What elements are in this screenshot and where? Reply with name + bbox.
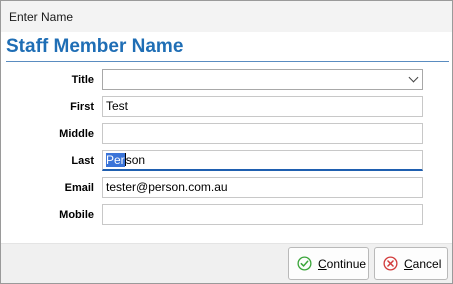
last-name-selected-text: Per xyxy=(106,153,125,167)
check-circle-icon xyxy=(297,256,312,271)
cancel-circle-icon xyxy=(383,256,398,271)
title-label: Title xyxy=(71,74,94,86)
enter-name-dialog: Enter Name Staff Member Name Title First… xyxy=(0,0,453,284)
mobile-field[interactable] xyxy=(102,204,423,225)
window-title: Enter Name xyxy=(9,9,74,24)
last-row: Last Person xyxy=(1,150,452,172)
title-select[interactable] xyxy=(102,69,423,90)
last-name-field[interactable]: Person xyxy=(102,150,423,171)
continue-label: Continue xyxy=(318,256,367,271)
email-label: Email xyxy=(64,182,94,194)
chevron-down-icon[interactable] xyxy=(408,72,419,83)
continue-button[interactable]: Continue xyxy=(288,247,369,280)
last-name-rest-text: son xyxy=(125,153,146,167)
email-field[interactable]: tester@person.com.au xyxy=(102,177,423,198)
middle-row: Middle xyxy=(1,123,452,145)
first-label: First xyxy=(70,101,94,113)
title-row: Title xyxy=(1,69,452,91)
middle-name-field[interactable] xyxy=(102,123,423,144)
first-row: First Test xyxy=(1,96,452,118)
first-name-field[interactable]: Test xyxy=(102,96,423,117)
cancel-label: Cancel xyxy=(404,256,442,271)
first-name-value: Test xyxy=(106,99,129,113)
form-heading: Staff Member Name xyxy=(6,36,184,57)
heading-divider xyxy=(6,61,449,62)
mobile-label: Mobile xyxy=(59,209,94,221)
email-value: tester@person.com.au xyxy=(106,180,228,194)
last-label: Last xyxy=(71,155,94,167)
cancel-button[interactable]: Cancel xyxy=(374,247,448,280)
window-titlebar: Enter Name xyxy=(1,1,452,32)
mobile-row: Mobile xyxy=(1,204,452,226)
email-row: Email tester@person.com.au xyxy=(1,177,452,199)
middle-label: Middle xyxy=(59,128,94,140)
